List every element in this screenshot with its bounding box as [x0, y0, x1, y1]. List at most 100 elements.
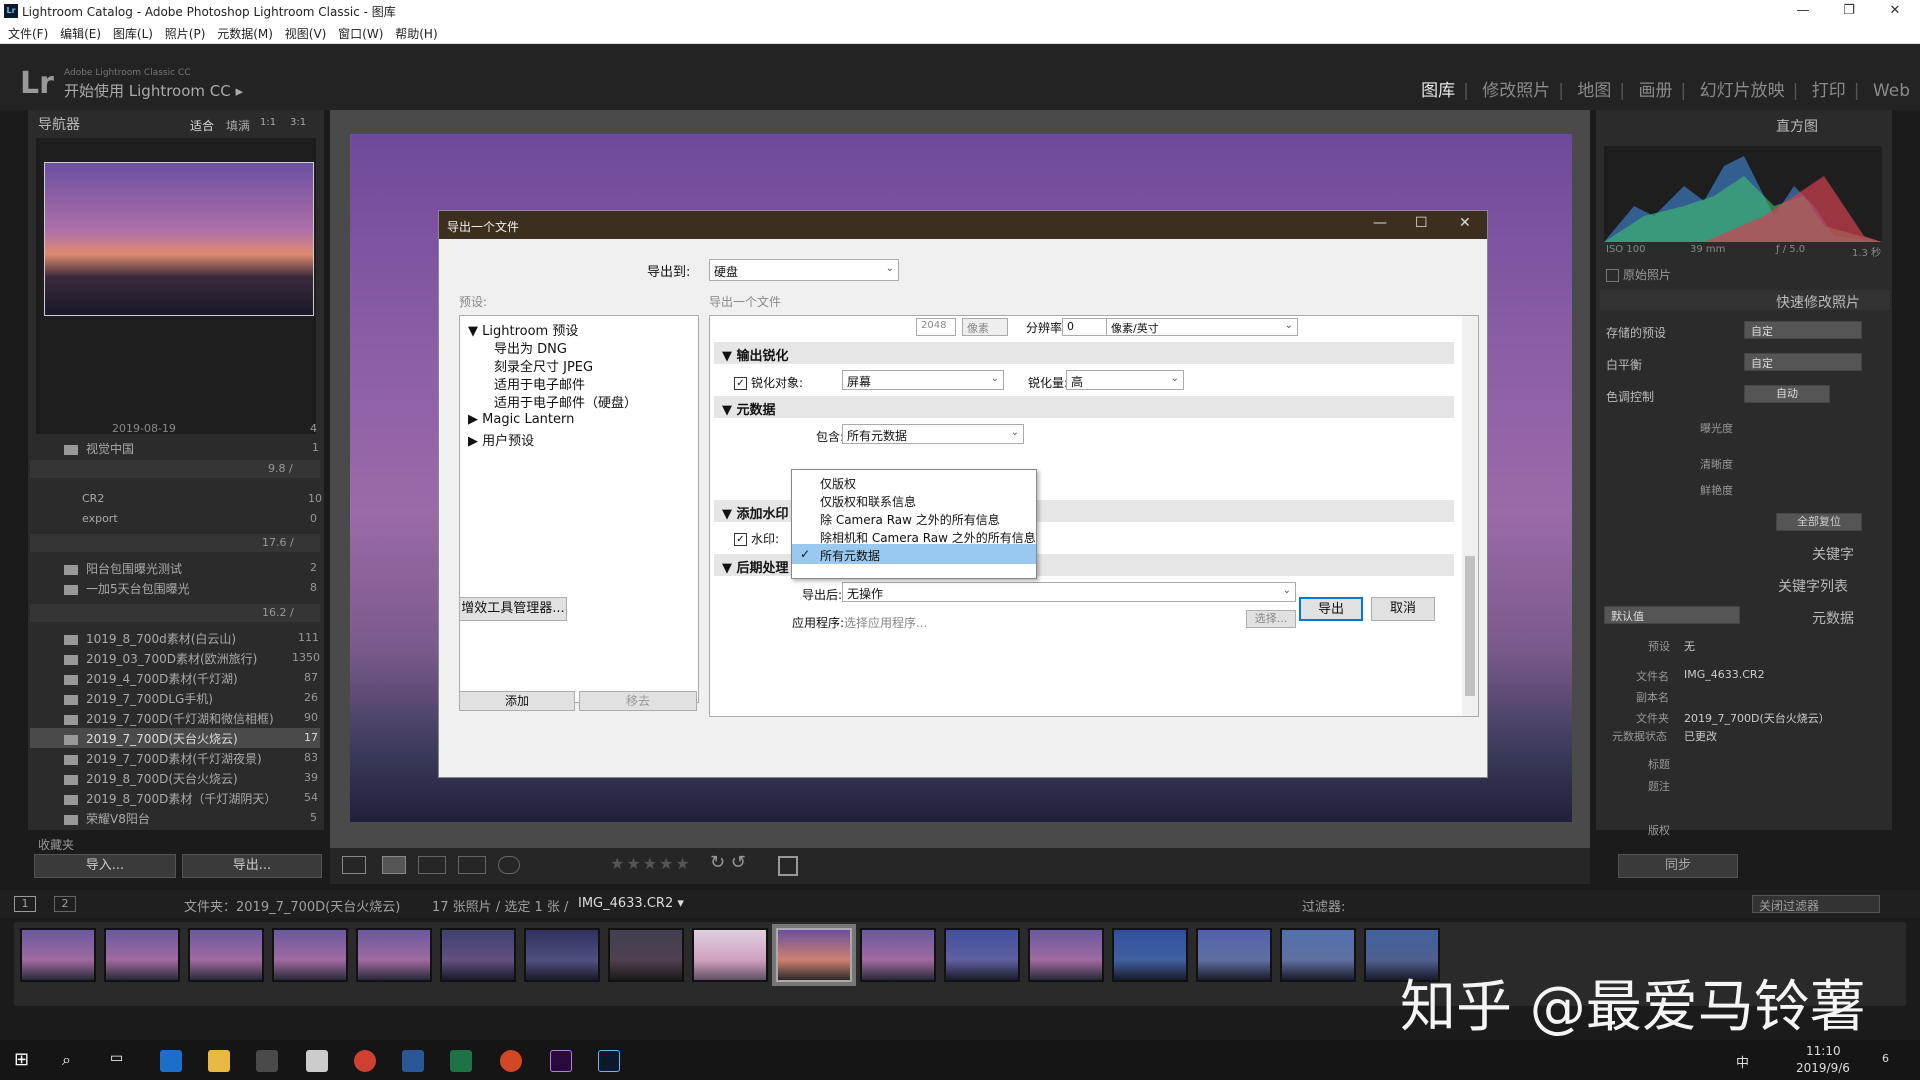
folder-info[interactable]: 文件夹：2019_7_700D(天台火烧云) — [184, 896, 400, 915]
screen-2-button[interactable]: 2 — [54, 896, 76, 912]
filter-select[interactable]: 关闭过滤器 — [1752, 895, 1880, 913]
volume-row[interactable]: 17.6 / — [30, 534, 320, 552]
notification-count[interactable]: 6 — [1882, 1052, 1889, 1065]
folder-item[interactable]: 1019_8_700d素材(白云山) — [64, 630, 236, 647]
menu-edit[interactable]: 编辑(E) — [60, 25, 101, 42]
zoom-1-1[interactable]: 1:1 — [260, 117, 276, 128]
module-map[interactable]: 地图 — [1577, 81, 1611, 101]
metadata-section-header[interactable]: ▼ 元数据 — [714, 396, 1454, 418]
module-slideshow[interactable]: 幻灯片放映 — [1700, 81, 1785, 101]
filename-value[interactable]: IMG_4633.CR2 — [1684, 668, 1765, 681]
watermark-checkbox[interactable]: ✓ 水印: — [734, 530, 779, 547]
scrollbar-thumb[interactable] — [1465, 556, 1475, 696]
folder-item[interactable]: 荣耀V8阳台 — [64, 810, 150, 827]
mail-icon[interactable] — [306, 1050, 328, 1072]
navigator-preview[interactable] — [36, 138, 316, 434]
volume-row[interactable]: 9.8 / — [30, 460, 320, 478]
module-web[interactable]: Web — [1873, 81, 1910, 101]
menu-file[interactable]: 文件(F) — [8, 25, 48, 42]
filmstrip-thumb[interactable] — [188, 928, 264, 982]
quick-develop-header[interactable]: 快速修改照片 — [1600, 290, 1890, 311]
folder-item-selected[interactable]: 2019_7_700D(天台火烧云) — [30, 728, 320, 748]
reset-all-button[interactable]: 全部复位 — [1776, 513, 1862, 531]
remove-preset-button[interactable]: 移去 — [579, 691, 697, 711]
task-view-icon[interactable]: ▭ — [110, 1050, 123, 1066]
auto-tone-button[interactable]: 自动 — [1744, 385, 1830, 403]
clock-date[interactable]: 2019/9/6 — [1796, 1061, 1850, 1075]
dropdown-option[interactable]: 仅版权和联系信息 — [792, 490, 1036, 510]
excel-icon[interactable] — [450, 1050, 472, 1072]
getting-started-link[interactable]: 开始使用 Lightroom CC ▸ — [64, 80, 243, 101]
filmstrip-thumb[interactable] — [440, 928, 516, 982]
filmstrip-thumb[interactable] — [860, 928, 936, 982]
folder-item[interactable]: 2019_7_700D素材(千灯湖夜景) — [64, 750, 262, 767]
sharpen-for-checkbox[interactable]: ✓ 锐化对象: — [734, 374, 803, 391]
powerpoint-icon[interactable] — [500, 1050, 522, 1072]
folder-item[interactable]: 2019-08-19 — [112, 422, 176, 435]
filmstrip-thumb-selected[interactable] — [772, 924, 856, 986]
menu-view[interactable]: 视图(V) — [285, 25, 327, 42]
store-icon[interactable] — [256, 1050, 278, 1072]
metadata-preset-select[interactable]: 默认值 — [1604, 606, 1740, 624]
histogram-title[interactable]: 直方图 — [1776, 116, 1818, 136]
ime-indicator[interactable]: 中 — [1736, 1052, 1749, 1071]
folder-item[interactable]: 2019_03_700D素材(欧洲旅行) — [64, 650, 257, 667]
folder-item[interactable]: 阳台包围曝光测试 — [64, 560, 182, 577]
filmstrip-thumb[interactable] — [524, 928, 600, 982]
zoom-fill[interactable]: 填满 — [226, 117, 250, 134]
preset-item[interactable]: 刻录全尺寸 JPEG — [494, 356, 593, 375]
dropdown-option-selected[interactable]: ✓ 所有元数据 — [792, 544, 1036, 564]
module-develop[interactable]: 修改照片 — [1482, 81, 1550, 101]
filmstrip-thumb[interactable] — [1112, 928, 1188, 982]
preset-item[interactable]: 适用于电子邮件（硬盘） — [494, 392, 637, 411]
resolution-unit-select[interactable]: 像素/英寸 ⌄ — [1106, 318, 1298, 336]
dialog-minimize-icon[interactable]: — — [1373, 215, 1387, 231]
zoom-3-1[interactable]: 3:1 — [290, 117, 306, 128]
premiere-icon[interactable] — [550, 1050, 572, 1072]
plugin-manager-button[interactable]: 增效工具管理器... — [459, 597, 567, 621]
folder-item[interactable]: 2019_7_700DLG手机) — [64, 690, 213, 707]
edge-icon[interactable] — [160, 1050, 182, 1072]
original-photo-checkbox[interactable]: 原始照片 — [1606, 266, 1671, 283]
collections-label[interactable]: 收藏夹 — [38, 836, 74, 853]
filmstrip-thumb[interactable] — [1196, 928, 1272, 982]
sharpening-section-header[interactable]: ▼ 输出锐化 — [714, 342, 1454, 364]
navigator-title[interactable]: 导航器 — [38, 114, 80, 134]
current-filename[interactable]: IMG_4633.CR2 ▾ — [578, 896, 684, 911]
people-view-icon[interactable] — [498, 856, 520, 874]
filmstrip-thumb[interactable] — [1028, 928, 1104, 982]
filmstrip-thumb[interactable] — [356, 928, 432, 982]
choose-app-button[interactable]: 选择... — [1246, 610, 1296, 628]
filmstrip-thumb[interactable] — [1280, 928, 1356, 982]
size-unit-select[interactable]: 像素 — [962, 318, 1008, 336]
import-button[interactable]: 导入... — [34, 854, 176, 878]
sharpen-amount-select[interactable]: 高 ⌄ — [1066, 370, 1184, 390]
menu-metadata[interactable]: 元数据(M) — [217, 25, 273, 42]
filmstrip-thumb[interactable] — [272, 928, 348, 982]
preset-group-magic-lantern[interactable]: ▶ Magic Lantern — [468, 412, 574, 427]
dropdown-option[interactable]: 仅版权 — [792, 472, 1036, 492]
rotate-icon[interactable]: ↻ ↺ — [710, 852, 746, 873]
meta-preset-value[interactable]: 无 — [1684, 638, 1695, 654]
search-icon[interactable]: ⌕ — [62, 1050, 71, 1070]
folder-item[interactable]: 2019_8_700D素材（千灯湖阴天） — [64, 790, 276, 807]
dialog-maximize-icon[interactable]: ☐ — [1415, 215, 1428, 231]
add-preset-button[interactable]: 添加 — [459, 691, 575, 711]
maximize-button[interactable]: ❐ — [1826, 0, 1872, 22]
menu-help[interactable]: 帮助(H) — [395, 25, 437, 42]
metadata-title[interactable]: 元数据 — [1812, 608, 1854, 628]
volume-row[interactable]: 16.2 / — [30, 604, 320, 622]
histogram[interactable] — [1604, 146, 1882, 242]
after-export-select[interactable]: 无操作 ⌄ — [842, 582, 1296, 602]
keywords-title[interactable]: 关键字 — [1812, 544, 1854, 564]
compare-view-icon[interactable] — [418, 856, 446, 874]
zoom-fit[interactable]: 适合 — [190, 117, 214, 134]
menu-library[interactable]: 图库(L) — [113, 25, 153, 42]
menu-photo[interactable]: 照片(P) — [165, 25, 206, 42]
word-icon[interactable] — [402, 1050, 424, 1072]
crop-icon[interactable] — [778, 856, 798, 876]
resolution-input[interactable]: 0 — [1062, 318, 1108, 336]
clock-time[interactable]: 11:10 — [1806, 1044, 1841, 1058]
filmstrip-thumb[interactable] — [608, 928, 684, 982]
filmstrip-thumb[interactable] — [692, 928, 768, 982]
